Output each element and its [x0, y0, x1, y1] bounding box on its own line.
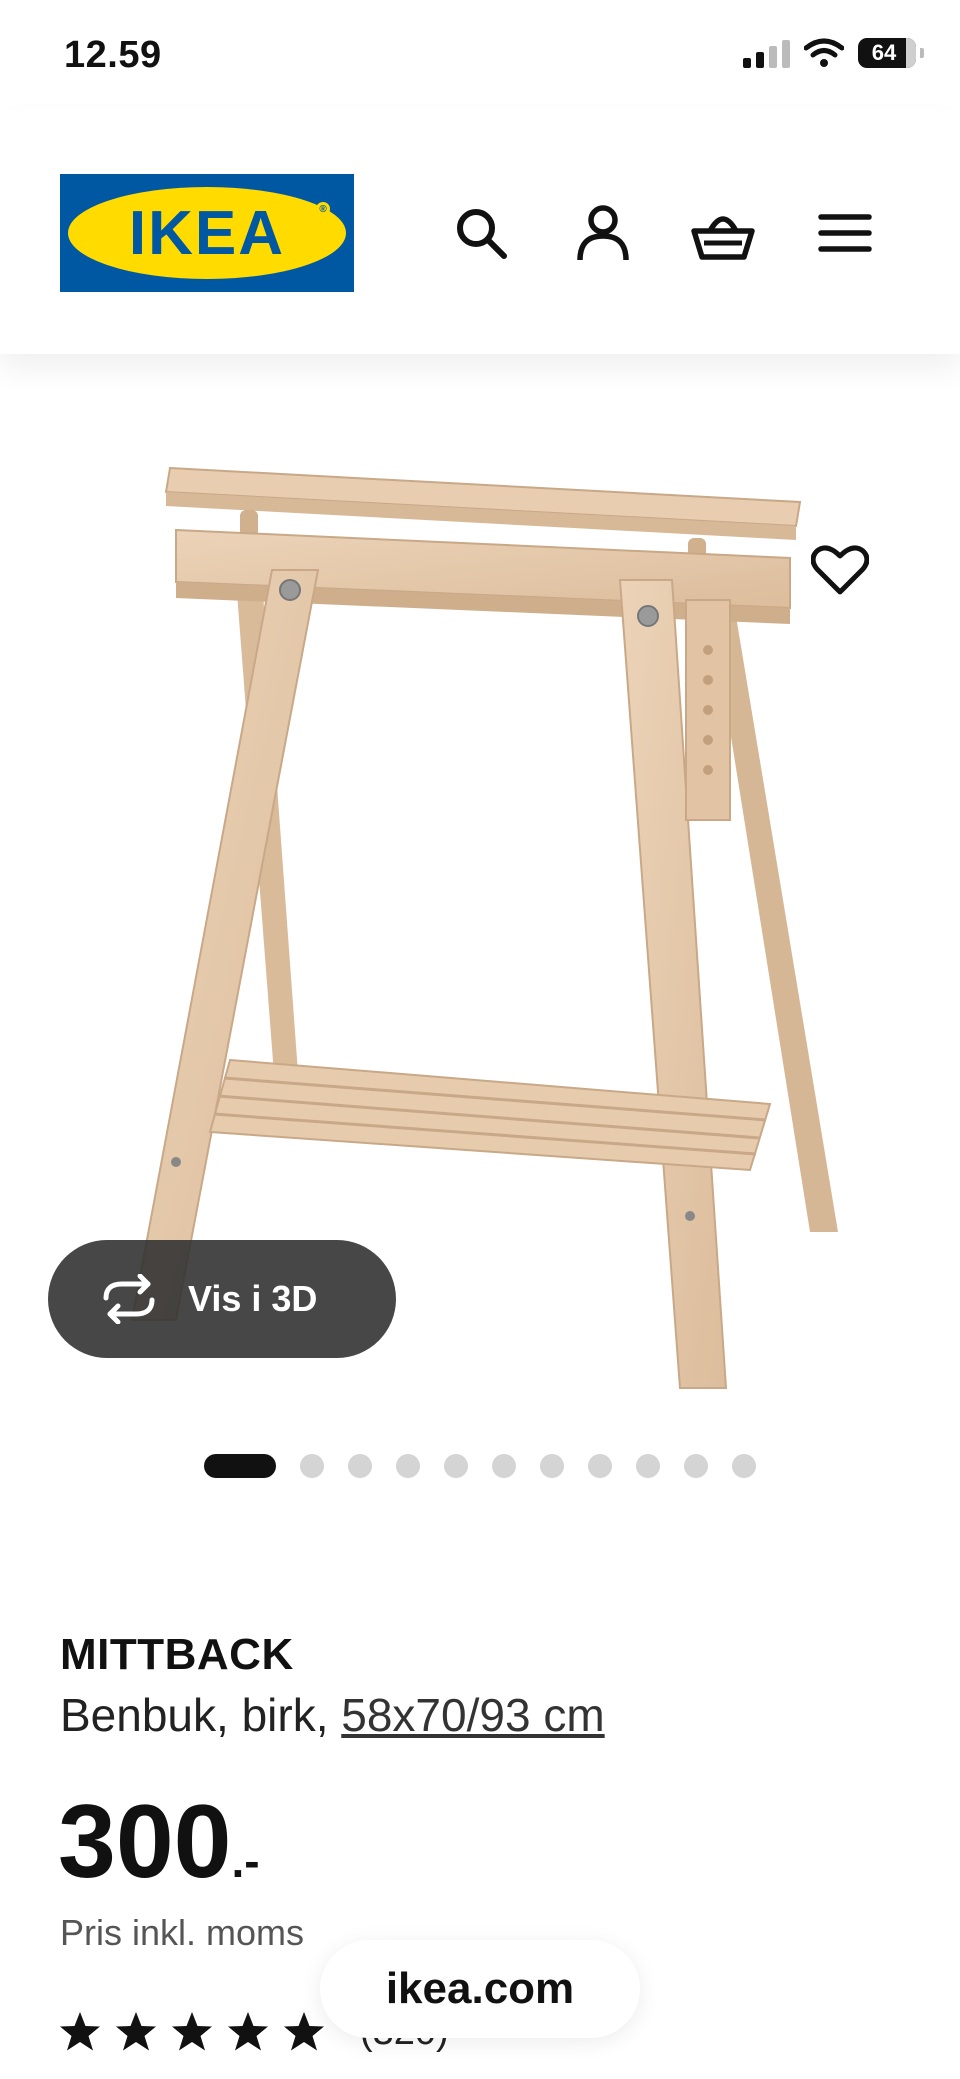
basket-icon	[691, 216, 755, 260]
browser-url-bar[interactable]: ikea.com	[320, 1940, 640, 2038]
star-icon	[116, 2012, 156, 2051]
view-3d-button[interactable]: Vis i 3D	[48, 1240, 396, 1358]
logo-text: IKEA	[128, 198, 286, 268]
search-button[interactable]	[448, 200, 514, 266]
favourite-button[interactable]	[800, 530, 880, 610]
battery-cap	[920, 48, 924, 58]
basket-button[interactable]	[690, 200, 756, 266]
account-icon	[577, 205, 629, 261]
price-integer: 300	[58, 1784, 232, 1900]
logo-oval: IKEA	[68, 187, 346, 279]
price-suffix: .-	[231, 1835, 260, 1887]
carousel-dot[interactable]	[348, 1454, 372, 1478]
status-icons: 64	[743, 38, 924, 68]
carousel-dot[interactable]	[684, 1454, 708, 1478]
logo-registered-mark: ®	[316, 202, 330, 216]
status-time: 12.59	[64, 34, 162, 76]
carousel-dot[interactable]	[492, 1454, 516, 1478]
carousel-dot[interactable]	[300, 1454, 324, 1478]
product-price: 300.-	[58, 1790, 260, 1894]
battery-level: 64	[871, 40, 897, 65]
product-type: Benbuk, birk,	[60, 1689, 329, 1741]
rotate-3d-icon	[103, 1274, 155, 1324]
star-icon	[172, 2012, 212, 2051]
status-bar: 12.59 64	[0, 0, 960, 110]
menu-icon	[818, 214, 872, 252]
vat-note: Pris inkl. moms	[60, 1912, 305, 1953]
url-text: ikea.com	[385, 1964, 575, 2013]
star-icon	[228, 2012, 268, 2051]
view-3d-label: Vis i 3D	[188, 1278, 318, 1319]
carousel-dot[interactable]	[204, 1454, 276, 1478]
account-button[interactable]	[570, 200, 636, 266]
carousel-dot[interactable]	[540, 1454, 564, 1478]
site-header: IKEA ®	[0, 110, 960, 354]
product-name: MITTBACK	[60, 1630, 294, 1679]
carousel-dot[interactable]	[444, 1454, 468, 1478]
carousel-dot[interactable]	[396, 1454, 420, 1478]
carousel-indicator	[204, 1454, 756, 1478]
carousel-dot[interactable]	[636, 1454, 660, 1478]
ikea-logo[interactable]: IKEA ®	[60, 174, 354, 292]
battery-icon: 64	[858, 38, 916, 68]
cellular-signal-icon	[743, 38, 790, 68]
product-description: Benbuk, birk, 58x70/93 cm	[60, 1688, 605, 1742]
menu-button[interactable]	[812, 200, 878, 266]
carousel-dot[interactable]	[588, 1454, 612, 1478]
search-icon	[457, 209, 507, 259]
product-size-link[interactable]: 58x70/93 cm	[341, 1689, 604, 1741]
star-icon	[60, 2012, 100, 2051]
wifi-icon	[804, 38, 844, 67]
heart-icon	[811, 545, 869, 595]
carousel-dot[interactable]	[732, 1454, 756, 1478]
star-icon	[284, 2012, 324, 2051]
